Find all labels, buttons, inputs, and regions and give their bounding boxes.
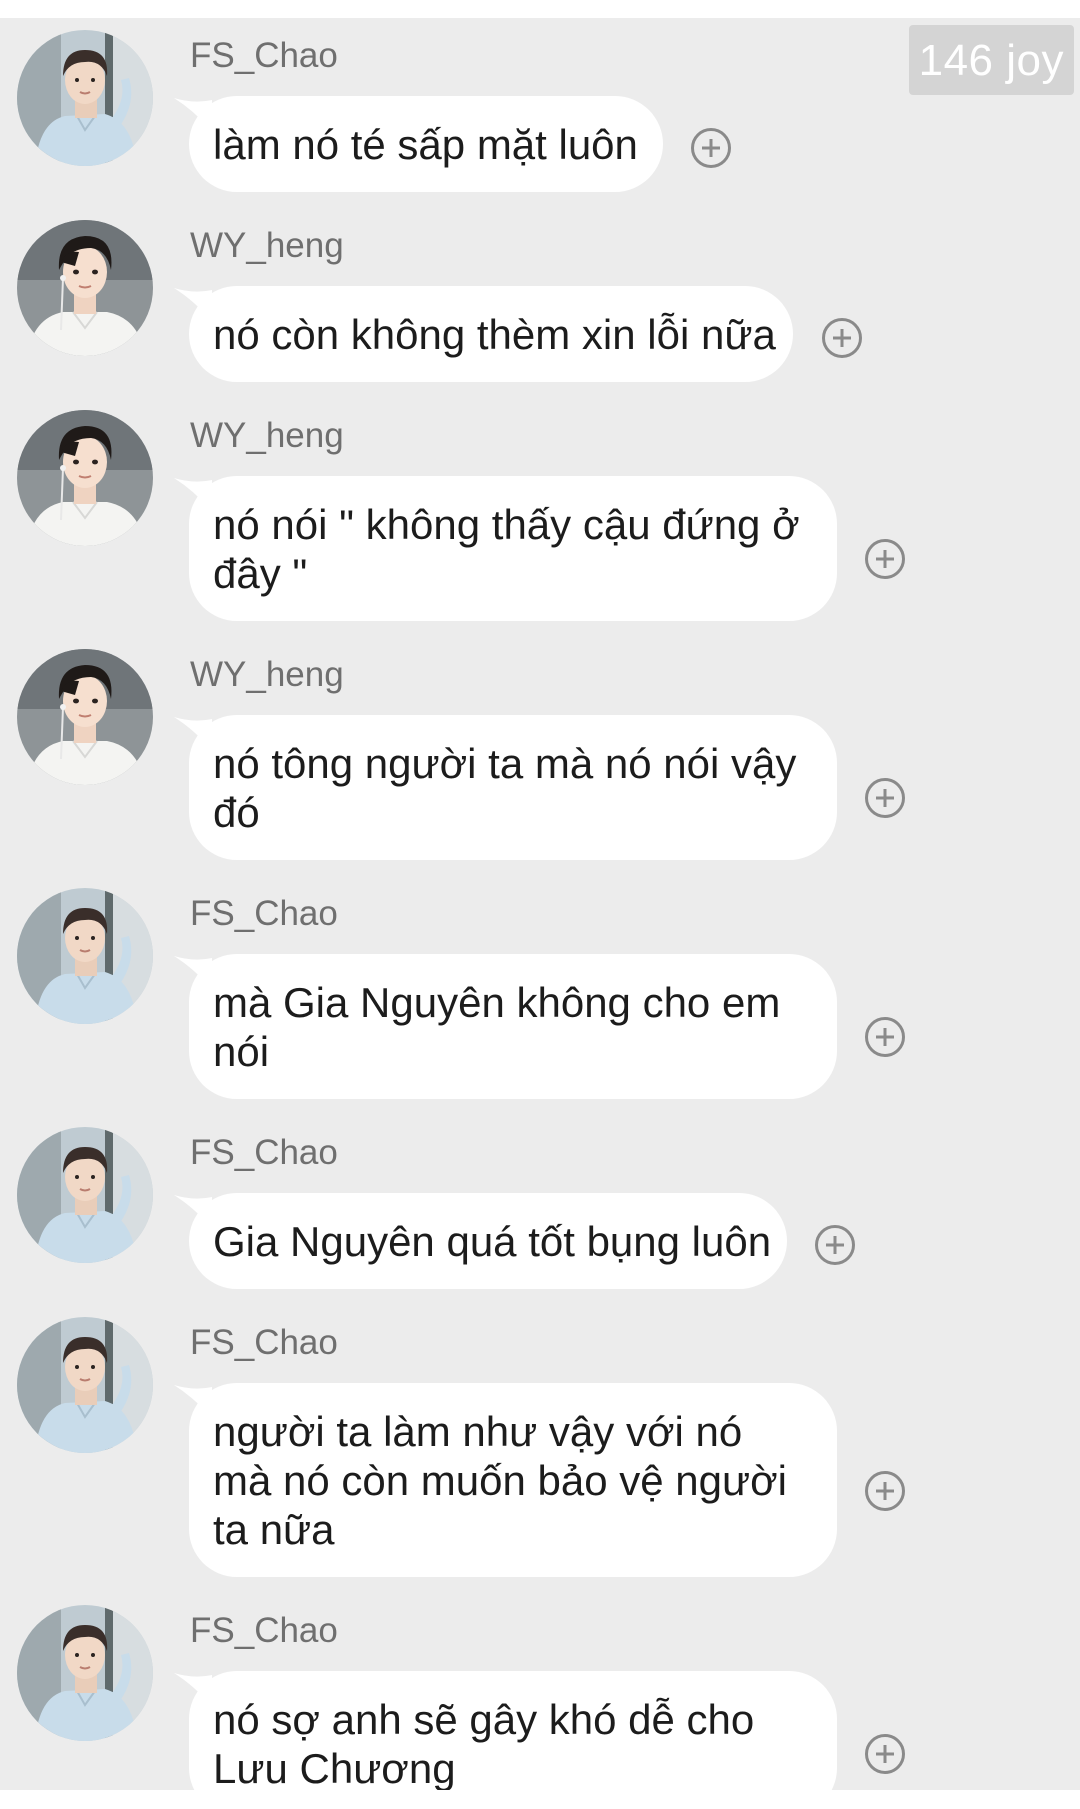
avatar[interactable]	[17, 30, 153, 166]
avatar-white-shirt-earphones	[17, 410, 153, 546]
avatar-light-blue-hoodie	[17, 888, 153, 1024]
avatar[interactable]	[17, 410, 153, 546]
plus-circle-icon[interactable]	[815, 1225, 855, 1265]
avatar[interactable]	[17, 1317, 153, 1453]
message-bubble[interactable]: người ta làm như vậy với nó mà nó còn mu…	[189, 1383, 837, 1577]
message-text: mà Gia Nguyên không cho em nói	[213, 979, 781, 1075]
avatar-light-blue-hoodie	[17, 1127, 153, 1263]
message-text: nó còn không thèm xin lỗi nữa	[213, 311, 776, 358]
avatar[interactable]	[17, 1127, 153, 1263]
message-text: người ta làm như vậy với nó mà nó còn mu…	[213, 1408, 787, 1553]
plus-circle-icon[interactable]	[865, 539, 905, 579]
message-text: làm nó té sấp mặt luôn	[213, 121, 638, 168]
message-bubble[interactable]: nó tông người ta mà nó nói vậy đó	[189, 715, 837, 860]
avatar-light-blue-hoodie	[17, 1317, 153, 1453]
avatar-light-blue-hoodie	[17, 30, 153, 166]
message-bubble[interactable]: nó còn không thèm xin lỗi nữa	[189, 286, 793, 382]
message-bubble[interactable]: Gia Nguyên quá tốt bụng luôn	[189, 1193, 787, 1289]
avatar[interactable]	[17, 220, 153, 356]
plus-circle-icon[interactable]	[865, 778, 905, 818]
plus-circle-icon[interactable]	[865, 1734, 905, 1774]
sender-name: FS_Chao	[190, 894, 338, 933]
avatar-white-shirt-earphones	[17, 649, 153, 785]
watermark-label: 146 joy	[908, 25, 1074, 95]
bottom-edge	[0, 1790, 1080, 1809]
avatar[interactable]	[17, 888, 153, 1024]
plus-circle-icon[interactable]	[691, 128, 731, 168]
sender-name: FS_Chao	[190, 1611, 338, 1650]
sender-name: WY_heng	[190, 226, 344, 265]
sender-name: WY_heng	[190, 655, 344, 694]
message-bubble[interactable]: mà Gia Nguyên không cho em nói	[189, 954, 837, 1099]
message-bubble[interactable]: nó sợ anh sẽ gây khó dễ cho Lưu Chương	[189, 1671, 837, 1790]
avatar[interactable]	[17, 649, 153, 785]
message-text: nó nói " không thấy cậu đứng ở đây "	[213, 501, 800, 597]
plus-circle-icon[interactable]	[865, 1017, 905, 1057]
message-text: nó sợ anh sẽ gây khó dễ cho Lưu Chương	[213, 1696, 755, 1790]
message-bubble[interactable]: làm nó té sấp mặt luôn	[189, 96, 663, 192]
sender-name: FS_Chao	[190, 1133, 338, 1172]
message-text: nó tông người ta mà nó nói vậy đó	[213, 740, 797, 836]
sender-name: FS_Chao	[190, 1323, 338, 1362]
sender-name: WY_heng	[190, 416, 344, 455]
chat-message-list[interactable]: 146 joy FS_Chao làm nó té sấp mặt luôn W…	[0, 18, 1080, 1790]
message-text: Gia Nguyên quá tốt bụng luôn	[213, 1218, 772, 1265]
avatar-white-shirt-earphones	[17, 220, 153, 356]
message-bubble[interactable]: nó nói " không thấy cậu đứng ở đây "	[189, 476, 837, 621]
plus-circle-icon[interactable]	[822, 318, 862, 358]
sender-name: FS_Chao	[190, 36, 338, 75]
avatar-light-blue-hoodie	[17, 1605, 153, 1741]
plus-circle-icon[interactable]	[865, 1471, 905, 1511]
avatar[interactable]	[17, 1605, 153, 1741]
